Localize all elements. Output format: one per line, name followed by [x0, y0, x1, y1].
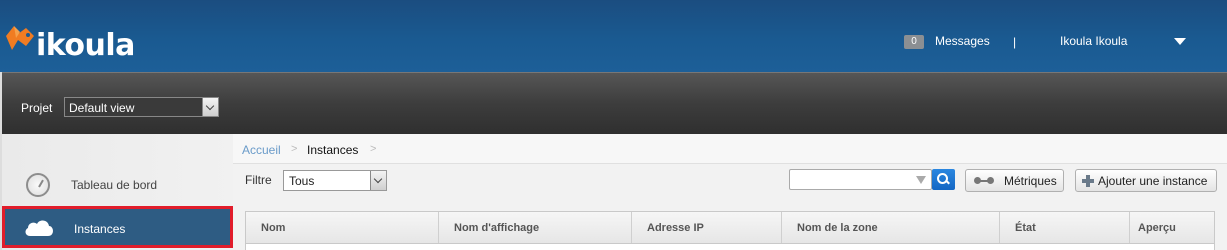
search-button[interactable] [932, 169, 955, 190]
chevron-down-icon[interactable] [202, 98, 218, 116]
plus-icon [1082, 175, 1094, 187]
main-content: Accueil > Instances > Filtre Tous Métriq… [233, 134, 1227, 250]
column-header-ip-address[interactable]: Adresse IP [632, 212, 782, 243]
fish-logo-icon [6, 26, 34, 50]
filter-select-value: Tous [289, 174, 315, 188]
sidebar-item-label: Tableau de bord [71, 178, 158, 192]
cloud-icon [25, 220, 53, 236]
table-body [245, 244, 1215, 250]
add-instance-button-label: Ajouter une instance [1098, 174, 1208, 188]
ikoula-logo[interactable]: ikoula [4, 18, 144, 66]
project-select[interactable]: Default view [64, 97, 219, 117]
column-header-display-name[interactable]: Nom d'affichage [439, 212, 632, 243]
project-select-value: Default view [69, 101, 135, 115]
column-header-zone-name[interactable]: Nom de la zone [782, 212, 1000, 243]
breadcrumb: Accueil > Instances > [233, 134, 1227, 164]
column-header-preview[interactable]: Aperçu [1130, 212, 1214, 243]
breadcrumb-separator: > [291, 143, 298, 155]
sidebar-item-label: Instances [74, 222, 126, 236]
project-label: Projet [21, 101, 53, 115]
column-header-name[interactable]: Nom [246, 212, 439, 243]
brand-name: ikoula [36, 28, 135, 63]
table-header: Nom Nom d'affichage Adresse IP Nom de la… [245, 211, 1215, 244]
filter-label: Filtre [245, 173, 272, 187]
metrics-button-label: Métriques [1004, 174, 1057, 188]
gauge-icon [26, 173, 50, 197]
messages-link[interactable]: Messages [935, 34, 990, 48]
search-dropdown-caret-icon[interactable] [916, 176, 926, 184]
project-bar: Projet Default view [2, 72, 1227, 134]
add-instance-button[interactable]: Ajouter une instance [1075, 169, 1217, 192]
top-header: ikoula 0 Messages | Ikoula Ikoula [0, 0, 1227, 72]
user-menu-name[interactable]: Ikoula Ikoula [1060, 34, 1127, 48]
metrics-button[interactable]: Métriques [965, 169, 1064, 192]
column-header-state[interactable]: État [1000, 212, 1130, 243]
breadcrumb-separator: > [370, 143, 377, 155]
sidebar-item-dashboard[interactable]: Tableau de bord [2, 164, 233, 208]
messages-count-badge[interactable]: 0 [904, 35, 924, 49]
search-input[interactable] [789, 169, 932, 190]
metrics-icon [974, 177, 994, 184]
header-separator: | [1013, 35, 1017, 49]
filter-select[interactable]: Tous [283, 170, 387, 191]
chevron-down-icon[interactable] [370, 171, 386, 190]
user-menu-caret-icon[interactable] [1174, 38, 1186, 45]
sidebar: Tableau de bord Instances [2, 134, 233, 250]
breadcrumb-home-link[interactable]: Accueil [242, 143, 281, 157]
sidebar-item-instances[interactable]: Instances [2, 206, 233, 248]
breadcrumb-current: Instances [307, 143, 359, 157]
